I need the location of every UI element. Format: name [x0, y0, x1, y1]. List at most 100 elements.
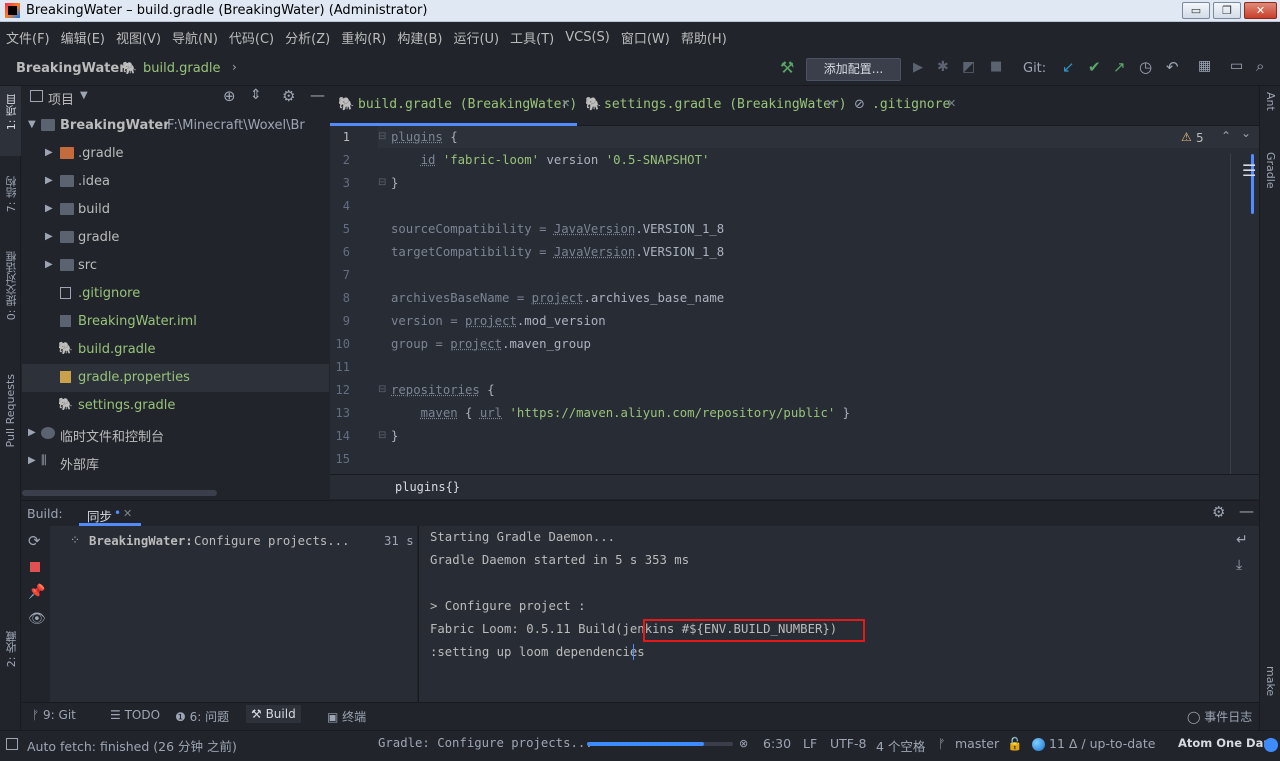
tool-gradle[interactable]: Gradle [1264, 152, 1277, 189]
presentation-icon[interactable]: ▭ [1230, 58, 1243, 74]
menu-help[interactable]: 帮助(H) [681, 28, 727, 47]
tree-item-src[interactable]: ▶ src [22, 252, 329, 280]
chevron-down-icon[interactable]: ▼ [80, 90, 88, 101]
git-push-icon[interactable]: ↗ [1113, 58, 1126, 76]
tree-item-gitignore[interactable]: .gitignore [22, 280, 329, 308]
git-branch[interactable]: master [955, 736, 999, 751]
cancel-icon[interactable]: ⊗ [739, 737, 748, 750]
pin-icon[interactable]: 📌 [28, 584, 45, 600]
file-encoding[interactable]: UTF-8 [830, 736, 866, 751]
tool-problems[interactable]: ❶ 6: 问题 [175, 708, 229, 725]
git-commit-icon[interactable]: ✔ [1088, 58, 1101, 76]
menu-refactor[interactable]: 重构(R) [341, 28, 386, 47]
fold-icon[interactable]: ⊟ [378, 430, 386, 441]
tool-make[interactable]: make [1264, 666, 1277, 696]
tool-commit[interactable]: 0: 提交对话框 [4, 251, 20, 320]
build-hammer-icon[interactable]: ⚒ [780, 58, 794, 77]
tool-structure[interactable]: 7: 结构 [4, 176, 20, 212]
stop-icon[interactable]: ■ [990, 59, 1002, 74]
tree-item-idea[interactable]: ▶ .idea [22, 168, 329, 196]
tree-item-gradle-properties[interactable]: gradle.properties [22, 364, 329, 392]
restore-button[interactable]: ❐ [1213, 2, 1241, 19]
chevron-right-icon[interactable]: ▶ [28, 455, 36, 466]
refresh-icon[interactable]: ⟳ [28, 532, 41, 550]
menu-window[interactable]: 窗口(W) [621, 28, 670, 47]
tool-pull-requests[interactable]: Pull Requests [4, 374, 17, 447]
gear-icon[interactable]: ⚙ [1212, 503, 1225, 521]
code-editor[interactable]: 1 2 3 4 5 6 7 8 9 10 11 12 13 14 15 ⊟ ⊟ … [330, 126, 1259, 474]
status-message[interactable]: Auto fetch: finished (26 分钟 之前) [27, 736, 237, 755]
menu-vcs[interactable]: VCS(S) [565, 30, 610, 45]
tool-git[interactable]: ᚠ 9: Git [32, 708, 76, 722]
eye-icon[interactable]: 👁 [28, 611, 46, 627]
git-update-icon[interactable]: ↙ [1062, 58, 1075, 76]
tool-favorites[interactable]: 2: 收藏 [4, 631, 20, 667]
tree-item-build[interactable]: ▶ build [22, 196, 329, 224]
status-panel-icon[interactable] [6, 738, 18, 750]
tool-project[interactable]: 1: 项目 [4, 94, 20, 130]
menu-code[interactable]: 代码(C) [229, 28, 274, 47]
soft-wrap-icon[interactable]: ↵ [1236, 532, 1248, 548]
tree-item-scratches[interactable]: ▶ 临时文件和控制台 [22, 420, 329, 448]
chevron-right-icon[interactable]: ▶ [45, 259, 53, 270]
breadcrumb-project[interactable]: BreakingWater [16, 61, 126, 76]
stop-icon[interactable] [30, 562, 40, 572]
tab-sync[interactable]: 同步 • ✕ [79, 501, 141, 526]
menu-analyze[interactable]: 分析(Z) [285, 28, 330, 47]
fold-icon[interactable]: ⊟ [378, 384, 386, 395]
line-separator[interactable]: LF [803, 736, 817, 751]
status-task[interactable]: Gradle: Configure projects... [378, 736, 593, 750]
close-icon[interactable]: ✕ [561, 97, 570, 110]
tool-event-log[interactable]: ◯ 事件日志 [1187, 708, 1252, 725]
chevron-right-icon[interactable]: ▶ [45, 147, 53, 158]
tool-build[interactable]: ⚒ Build [246, 705, 301, 723]
tree-item-external-libs[interactable]: ▶ ⫼ 外部库 [22, 448, 329, 476]
tool-terminal[interactable]: ▣ 终端 [327, 708, 366, 725]
chevron-down-icon[interactable]: ▼ [28, 119, 36, 130]
project-panel-title[interactable]: 项目 [48, 89, 74, 108]
fold-icon[interactable]: ⊟ [378, 131, 386, 142]
menu-tools[interactable]: 工具(T) [510, 28, 554, 47]
fold-icon[interactable]: ⊟ [378, 177, 386, 188]
menu-build[interactable]: 构建(B) [397, 28, 442, 47]
tab-settings-gradle[interactable]: 🐘 settings.gradle (BreakingWater) ✕ [580, 86, 847, 126]
tree-item-settings-gradle[interactable]: 🐘 settings.gradle [22, 392, 329, 420]
chevron-right-icon[interactable]: ▶ [45, 231, 53, 242]
debug-icon[interactable]: ✱ [937, 59, 949, 75]
scroll-to-end-icon[interactable]: ⤓ [1236, 557, 1242, 573]
add-configuration-button[interactable]: 添加配置... [806, 58, 901, 81]
chevron-right-icon[interactable]: ▶ [28, 427, 36, 438]
gear-icon[interactable]: ⚙ [282, 87, 295, 105]
tree-item-iml[interactable]: BreakingWater.iml [22, 308, 329, 336]
chevron-right-icon[interactable]: ▶ [45, 203, 53, 214]
build-console-output[interactable]: Starting Gradle Daemon... Gradle Daemon … [418, 526, 1230, 702]
git-status[interactable]: 11 Δ / up-to-date [1049, 736, 1155, 751]
menu-edit[interactable]: 编辑(E) [61, 28, 105, 47]
horizontal-scrollbar[interactable] [22, 490, 217, 496]
tree-item-gradle[interactable]: ▶ gradle [22, 224, 329, 252]
tool-ant[interactable]: Ant [1264, 92, 1277, 111]
editor-breadcrumb[interactable]: plugins{} [395, 480, 460, 494]
close-icon[interactable]: ✕ [123, 507, 132, 520]
tree-item-breakingwater[interactable]: ▼ BreakingWater F:\Minecraft\Woxel\Br [22, 112, 329, 140]
coverage-icon[interactable]: ◩ [962, 59, 975, 75]
close-icon[interactable]: ✕ [947, 97, 956, 110]
minimize-button[interactable]: ▭ [1182, 2, 1210, 19]
close-icon[interactable]: ✕ [826, 97, 835, 110]
breadcrumb-file[interactable]: build.gradle [143, 61, 221, 76]
chevron-down-icon[interactable]: ⌄ [1241, 126, 1251, 140]
inspection-widget[interactable]: ⚠ 5 ⌃ ⌄ [1181, 126, 1255, 148]
tool-todo[interactable]: ☰ TODO [110, 708, 160, 722]
tab-build-gradle[interactable]: 🐘 build.gradle (BreakingWater) ✕ [330, 86, 577, 126]
search-everywhere-icon[interactable]: ⌕ [1256, 57, 1264, 75]
menu-view[interactable]: 视图(V) [116, 28, 161, 47]
tree-item-gradle-dir[interactable]: ▶ .gradle [22, 140, 329, 168]
hide-panel-icon[interactable]: — [1239, 502, 1254, 520]
history-icon[interactable]: ◷ [1139, 58, 1152, 76]
build-task-row[interactable]: ⁘ BreakingWater: Configure projects... 3… [50, 531, 417, 553]
caret-position[interactable]: 6:30 [763, 736, 791, 751]
collapse-all-icon[interactable]: ⇕ [250, 87, 262, 103]
tree-item-build-gradle[interactable]: 🐘 build.gradle [22, 336, 329, 364]
locate-file-icon[interactable]: ⊕ [223, 87, 236, 105]
close-window-button[interactable]: ✕ [1244, 2, 1277, 19]
